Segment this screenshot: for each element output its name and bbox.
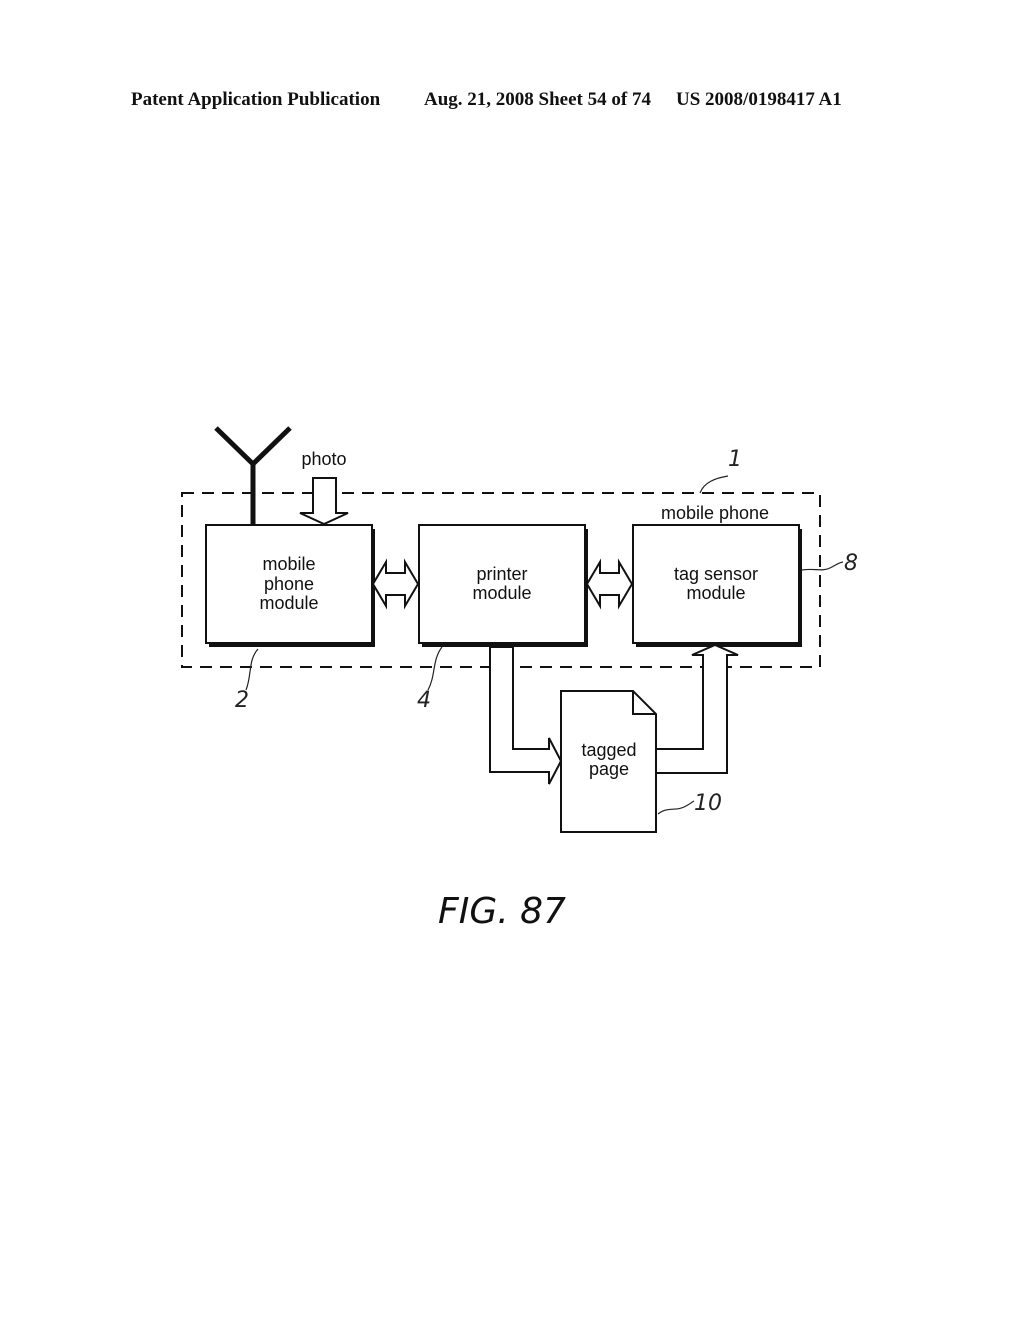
block-label-line: printer (476, 564, 527, 584)
sense-input-arrow (655, 643, 739, 774)
block-label-line: mobile (262, 554, 315, 574)
block-label-line: module (472, 583, 531, 603)
ref-leader-10 (657, 800, 695, 815)
ref-numeral-4: 4 (417, 688, 431, 713)
block-label-line: phone (264, 574, 314, 594)
page-label-line: tagged (581, 740, 636, 760)
mobile-phone-module-block: mobile phone module (205, 524, 373, 644)
photo-arrow (299, 477, 349, 526)
figure-label: FIG. 87 (438, 891, 566, 932)
ref-leader-4 (427, 646, 443, 691)
photo-input-label: photo (301, 449, 346, 469)
antenna-icon (214, 426, 292, 525)
bidirectional-arrow-phone-printer (371, 558, 420, 610)
ref-leader-8 (801, 561, 844, 571)
printer-module-block: printer module (418, 524, 586, 644)
ref-numeral-2: 2 (235, 688, 249, 713)
block-label-line: tag sensor (674, 564, 758, 584)
tag-sensor-module-block: tag sensor module (632, 524, 800, 644)
ref-numeral-8: 8 (844, 551, 858, 576)
block-label-line: module (259, 593, 318, 613)
ref-numeral-10: 10 (694, 791, 722, 816)
page-label-line: page (589, 759, 629, 779)
ref-leader-2 (245, 648, 259, 691)
ref-leader-1 (699, 475, 729, 494)
block-label-line: module (686, 583, 745, 603)
block-diagram: mobile phone 1 photo mobile phone module… (181, 426, 858, 932)
ref-numeral-1: 1 (728, 447, 742, 472)
mobile-phone-label: mobile phone (661, 503, 769, 523)
bidirectional-arrow-printer-sensor (585, 558, 634, 610)
tagged-page-document: tagged page (560, 690, 657, 833)
